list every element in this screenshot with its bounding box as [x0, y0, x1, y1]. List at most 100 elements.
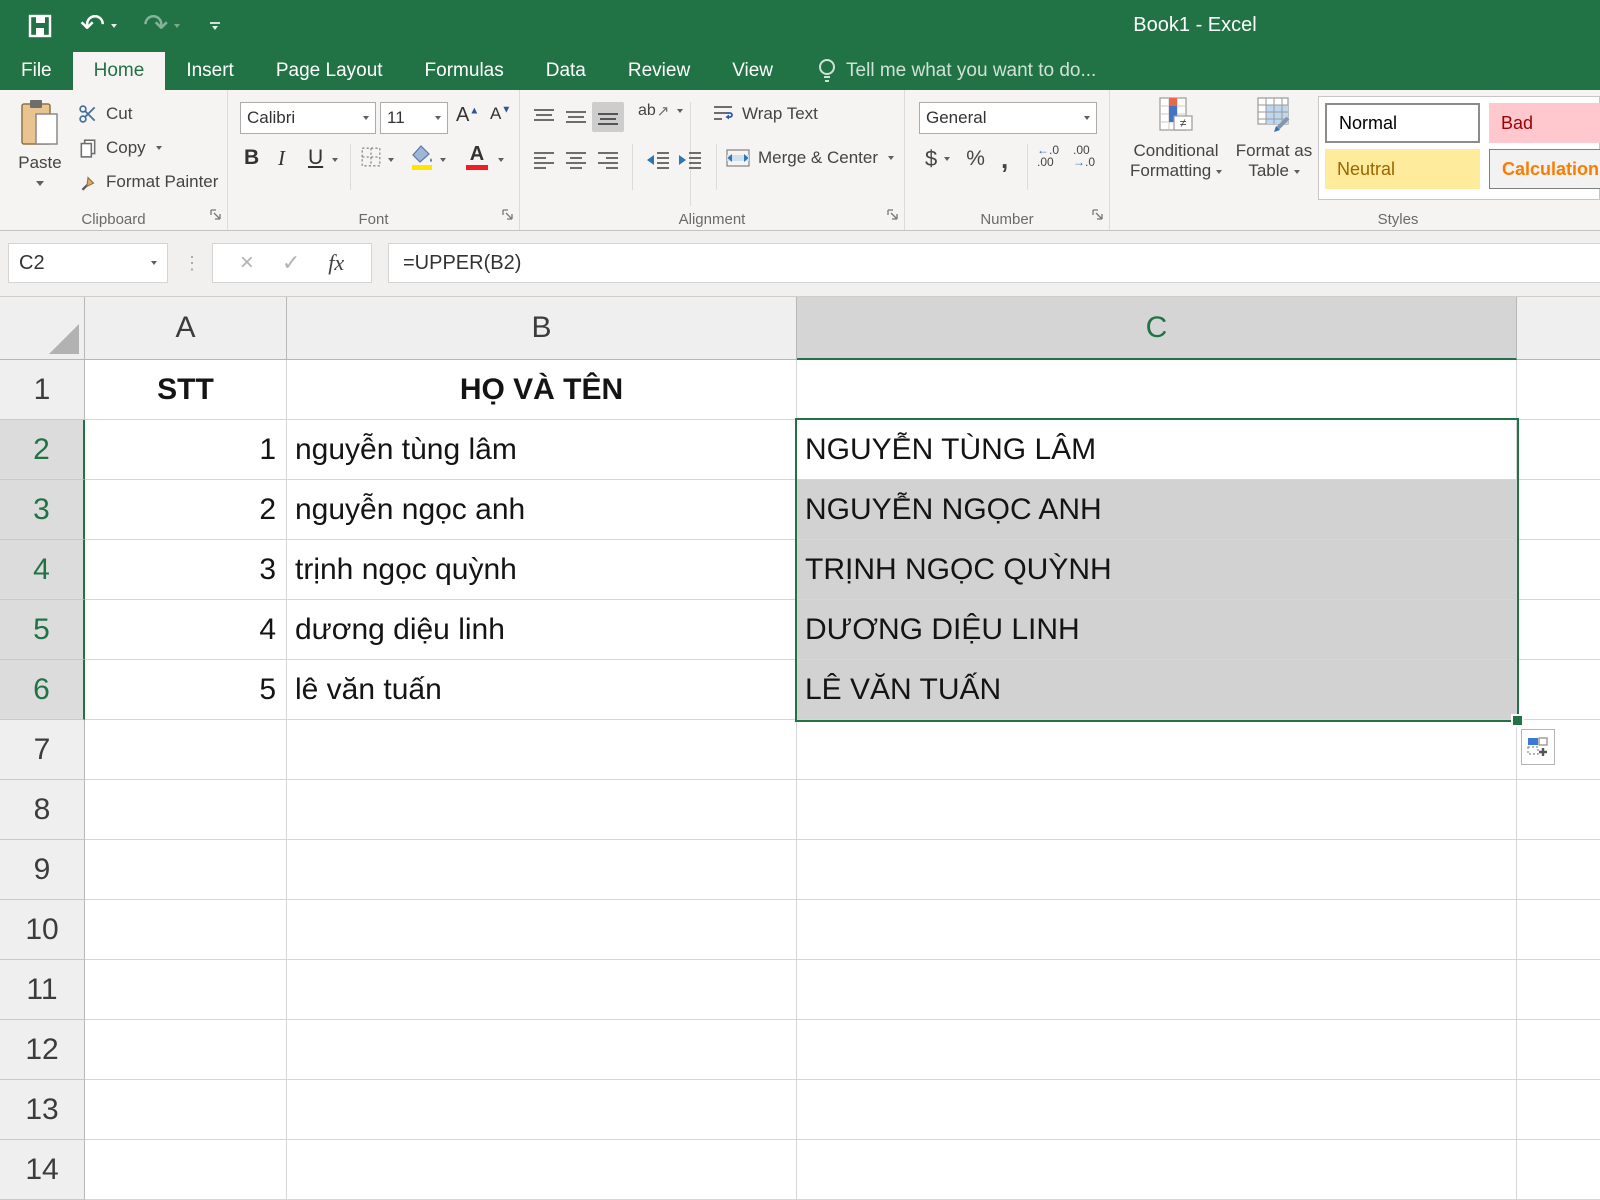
- accounting-format-button[interactable]: $: [925, 146, 937, 172]
- number-format-combo[interactable]: General: [919, 102, 1097, 134]
- orientation-button[interactable]: ab ↗: [638, 102, 683, 120]
- copy-dropdown-icon[interactable]: [156, 146, 162, 150]
- format-as-table-button[interactable]: Format as Table: [1230, 96, 1318, 181]
- underline-button[interactable]: U: [308, 146, 323, 170]
- middle-align-button[interactable]: [560, 102, 592, 132]
- cell-c6[interactable]: LÊ VĂN TUẤN: [797, 660, 1517, 720]
- tab-file[interactable]: File: [0, 52, 73, 90]
- cell-c4[interactable]: TRỊNH NGỌC QUỲNH: [797, 540, 1517, 600]
- row-header-7[interactable]: 7: [0, 720, 85, 780]
- row-header-12[interactable]: 12: [0, 1020, 85, 1080]
- row-header-4[interactable]: 4: [0, 540, 85, 600]
- formula-input[interactable]: =UPPER(B2): [388, 243, 1600, 283]
- cell-b6[interactable]: lê văn tuấn: [287, 660, 797, 720]
- formula-bar-splitter[interactable]: ⋮: [183, 253, 201, 274]
- alignment-dialog-launcher[interactable]: [886, 208, 899, 226]
- tab-review[interactable]: Review: [607, 52, 711, 90]
- clipboard-dialog-launcher[interactable]: [209, 208, 222, 226]
- undo-dropdown-icon[interactable]: [111, 24, 117, 28]
- comma-style-button[interactable]: ,: [1001, 152, 1008, 166]
- fill-handle[interactable]: [1511, 714, 1524, 727]
- style-neutral[interactable]: Neutral: [1325, 149, 1480, 189]
- tab-data[interactable]: Data: [525, 52, 607, 90]
- cell-c3[interactable]: NGUYỄN NGỌC ANH: [797, 480, 1517, 540]
- conditional-formatting-button[interactable]: ≠ Conditional Formatting: [1124, 96, 1228, 181]
- cell-c2-active[interactable]: NGUYỄN TÙNG LÂM: [797, 420, 1517, 480]
- bottom-align-button[interactable]: [592, 102, 624, 132]
- cell-b5[interactable]: dương diệu linh: [287, 600, 797, 660]
- italic-button[interactable]: I: [278, 146, 285, 171]
- cell-b3[interactable]: nguyễn ngọc anh: [287, 480, 797, 540]
- top-align-button[interactable]: [528, 102, 560, 132]
- cell-a4[interactable]: 3: [85, 540, 287, 600]
- cell-b1[interactable]: HỌ VÀ TÊN: [287, 360, 797, 420]
- cell-c5[interactable]: DƯƠNG DIỆU LINH: [797, 600, 1517, 660]
- decrease-decimal-button[interactable]: .00 →.0: [1073, 144, 1095, 168]
- orientation-dropdown-icon[interactable]: [677, 109, 683, 113]
- row-header-5[interactable]: 5: [0, 600, 85, 660]
- decrease-indent-button[interactable]: [642, 145, 674, 175]
- row-header-6[interactable]: 6: [0, 660, 85, 720]
- align-center-button[interactable]: [560, 145, 592, 175]
- grow-font-button[interactable]: A▲: [456, 104, 479, 127]
- cell-a1[interactable]: STT: [85, 360, 287, 420]
- column-header-d[interactable]: [1517, 297, 1600, 360]
- font-name-combo[interactable]: Calibri: [240, 102, 376, 134]
- paste-dropdown-icon[interactable]: [36, 181, 44, 186]
- tell-me-box[interactable]: Tell me what you want to do...: [818, 52, 1096, 90]
- font-color-button[interactable]: A: [466, 144, 488, 170]
- row-header-8[interactable]: 8: [0, 780, 85, 840]
- cell-a3[interactable]: 2: [85, 480, 287, 540]
- increase-indent-button[interactable]: [674, 145, 706, 175]
- style-normal[interactable]: Normal: [1325, 103, 1480, 143]
- increase-decimal-button[interactable]: ←.0 .00: [1037, 144, 1059, 168]
- insert-function-icon[interactable]: fx: [328, 250, 344, 276]
- format-painter-button[interactable]: Format Painter: [78, 172, 218, 192]
- tab-view[interactable]: View: [711, 52, 794, 90]
- tab-insert[interactable]: Insert: [165, 52, 255, 90]
- select-all-corner[interactable]: [0, 297, 85, 360]
- wrap-text-button[interactable]: Wrap Text: [712, 104, 818, 124]
- row-header-13[interactable]: 13: [0, 1080, 85, 1140]
- conditional-formatting-dropdown-icon[interactable]: [1216, 170, 1222, 174]
- underline-dropdown-icon[interactable]: [332, 158, 338, 162]
- percent-style-button[interactable]: %: [966, 147, 985, 171]
- style-calculation[interactable]: Calculation: [1489, 149, 1600, 189]
- merge-center-dropdown-icon[interactable]: [888, 156, 894, 160]
- undo-button[interactable]: ↶: [80, 11, 117, 41]
- name-box[interactable]: C2: [8, 243, 168, 283]
- row-header-1[interactable]: 1: [0, 360, 85, 420]
- fill-color-dropdown-icon[interactable]: [440, 158, 446, 162]
- borders-button[interactable]: [360, 146, 382, 173]
- column-header-a[interactable]: A: [85, 297, 287, 360]
- save-icon[interactable]: [26, 12, 54, 40]
- row-header-9[interactable]: 9: [0, 840, 85, 900]
- shrink-font-button[interactable]: A▼: [490, 104, 511, 124]
- cell-b4[interactable]: trịnh ngọc quỳnh: [287, 540, 797, 600]
- column-header-c[interactable]: C: [797, 297, 1517, 360]
- number-dialog-launcher[interactable]: [1091, 208, 1104, 226]
- accounting-dropdown-icon[interactable]: [944, 157, 950, 161]
- customize-quick-access-icon[interactable]: [210, 22, 220, 30]
- auto-fill-options-button[interactable]: [1521, 729, 1555, 765]
- cancel-icon[interactable]: ×: [240, 249, 254, 277]
- cut-button[interactable]: Cut: [78, 104, 132, 124]
- row-header-3[interactable]: 3: [0, 480, 85, 540]
- cell-b2[interactable]: nguyễn tùng lâm: [287, 420, 797, 480]
- format-as-table-dropdown-icon[interactable]: [1294, 170, 1300, 174]
- merge-center-button[interactable]: Merge & Center: [726, 148, 894, 168]
- row-header-10[interactable]: 10: [0, 900, 85, 960]
- font-color-dropdown-icon[interactable]: [498, 158, 504, 162]
- copy-button[interactable]: Copy: [78, 138, 162, 158]
- align-right-button[interactable]: [592, 145, 624, 175]
- name-box-dropdown-icon[interactable]: [151, 261, 157, 265]
- style-bad[interactable]: Bad: [1489, 103, 1600, 143]
- cell-a2[interactable]: 1: [85, 420, 287, 480]
- bold-button[interactable]: B: [244, 146, 259, 170]
- cell-a6[interactable]: 5: [85, 660, 287, 720]
- paste-button[interactable]: Paste: [12, 98, 68, 191]
- row-header-14[interactable]: 14: [0, 1140, 85, 1200]
- column-header-b[interactable]: B: [287, 297, 797, 360]
- cell-a5[interactable]: 4: [85, 600, 287, 660]
- borders-dropdown-icon[interactable]: [388, 158, 394, 162]
